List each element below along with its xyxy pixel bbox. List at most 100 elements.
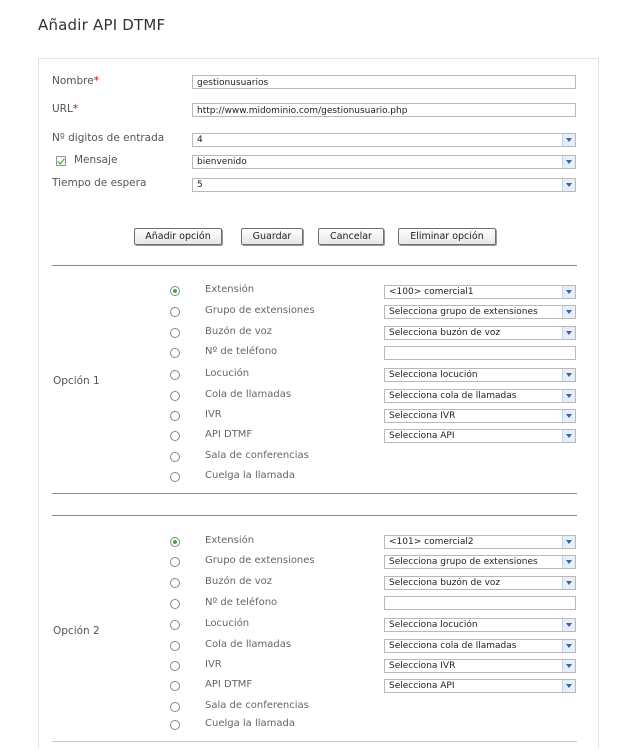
radio-cuelga-llamada[interactable] (170, 472, 180, 482)
chevron-down-icon (562, 306, 575, 318)
select-value: Selecciona API (389, 681, 455, 691)
cola-llamadas-select[interactable]: Selecciona cola de llamadas (384, 389, 576, 403)
add-option-button[interactable]: Añadir opción (134, 228, 222, 245)
chevron-down-icon (562, 640, 575, 652)
chevron-down-icon (562, 410, 575, 422)
radio-extension[interactable] (170, 537, 180, 547)
api-dtmf-select[interactable]: Selecciona API (384, 679, 576, 693)
radio-sala-conferencias[interactable] (170, 702, 180, 712)
option-label: Cola de llamadas (205, 389, 292, 400)
option-label: Buzón de voz (205, 326, 273, 337)
option-label: Nº de teléfono (205, 597, 278, 608)
telefono-input[interactable] (384, 596, 576, 610)
mensaje-select[interactable]: bienvenido (192, 155, 576, 169)
select-value: Selecciona API (389, 431, 455, 441)
radio-api-dtmf[interactable] (170, 431, 180, 441)
select-value: Selecciona locución (389, 620, 478, 630)
ivr-select[interactable]: Selecciona IVR (384, 409, 576, 423)
select-value: Selecciona locución (389, 370, 478, 380)
cancel-button[interactable]: Cancelar (318, 228, 384, 245)
chevron-down-icon (562, 327, 575, 339)
radio-telefono[interactable] (170, 348, 180, 358)
radio-grupo-extensiones[interactable] (170, 307, 180, 317)
chevron-down-icon (562, 286, 575, 298)
radio-sala-conferencias[interactable] (170, 452, 180, 462)
chevron-down-icon (562, 619, 575, 631)
radio-locucion[interactable] (170, 370, 180, 380)
extension-select[interactable]: <101> comercial2 (384, 535, 576, 549)
digitos-select-value: 4 (197, 135, 203, 145)
delete-option-button[interactable]: Eliminar opción (398, 228, 496, 245)
chevron-down-icon (562, 660, 575, 672)
buzon-voz-select[interactable]: Selecciona buzón de voz (384, 326, 576, 340)
divider (52, 741, 577, 742)
option-label: Cola de llamadas (205, 639, 292, 650)
select-value: Selecciona cola de llamadas (389, 641, 517, 651)
option-label: API DTMF (205, 429, 253, 440)
radio-extension[interactable] (170, 286, 180, 296)
nombre-label: Nombre* (52, 75, 99, 87)
option-label: Cuelga la llamada (205, 718, 296, 729)
tiempo-select[interactable]: 5 (192, 178, 576, 192)
chevron-down-icon (562, 179, 575, 191)
option-label: Locución (205, 368, 250, 379)
option-label: Sala de conferencias (205, 450, 309, 461)
option-label: Nº de teléfono (205, 346, 278, 357)
locucion-select[interactable]: Selecciona locución (384, 368, 576, 382)
radio-buzon-voz[interactable] (170, 328, 180, 338)
select-value: Selecciona IVR (389, 411, 456, 421)
save-button[interactable]: Guardar (241, 228, 303, 245)
select-value: Selecciona IVR (389, 661, 456, 671)
select-value: Selecciona grupo de extensiones (389, 307, 538, 317)
extension-select[interactable]: <100> comercial1 (384, 285, 576, 299)
radio-cuelga-llamada[interactable] (170, 720, 180, 730)
api-dtmf-select[interactable]: Selecciona API (384, 429, 576, 443)
chevron-down-icon (562, 430, 575, 442)
radio-cola-llamadas[interactable] (170, 391, 180, 401)
radio-grupo-extensiones[interactable] (170, 557, 180, 567)
grupo-extensiones-select[interactable]: Selecciona grupo de extensiones (384, 555, 576, 569)
mensaje-label: Mensaje (74, 154, 118, 166)
radio-ivr[interactable] (170, 411, 180, 421)
chevron-down-icon (562, 577, 575, 589)
digitos-select[interactable]: 4 (192, 133, 576, 147)
option-label: Extensión (205, 535, 255, 546)
select-value: Selecciona buzón de voz (389, 328, 501, 338)
nombre-input[interactable]: gestionusuarios (192, 75, 576, 89)
grupo-extensiones-select[interactable]: Selecciona grupo de extensiones (384, 305, 576, 319)
ivr-select[interactable]: Selecciona IVR (384, 659, 576, 673)
option-label: Extensión (205, 284, 255, 295)
telefono-input[interactable] (384, 346, 576, 360)
option-label: IVR (205, 659, 222, 670)
chevron-down-icon (562, 680, 575, 692)
divider (52, 493, 577, 494)
option-label: Grupo de extensiones (205, 305, 315, 316)
select-value: Selecciona grupo de extensiones (389, 557, 538, 567)
divider (52, 515, 577, 516)
chevron-down-icon (562, 536, 575, 548)
radio-api-dtmf[interactable] (170, 681, 180, 691)
option-1-label: Opción 1 (53, 375, 100, 387)
url-input[interactable]: http://www.midominio.com/gestionusuario.… (192, 103, 576, 117)
option-label: Cuelga la llamada (205, 470, 296, 481)
radio-cola-llamadas[interactable] (170, 641, 180, 651)
chevron-down-icon (562, 156, 575, 168)
digitos-label: Nº digitos de entrada (52, 132, 165, 144)
chevron-down-icon (562, 134, 575, 146)
option-label: Buzón de voz (205, 576, 273, 587)
select-value: Selecciona buzón de voz (389, 578, 501, 588)
option-label: Sala de conferencias (205, 700, 309, 711)
option-label: Grupo de extensiones (205, 555, 315, 566)
mensaje-checkbox[interactable] (56, 156, 66, 166)
tiempo-label: Tiempo de espera (52, 177, 147, 189)
tiempo-select-value: 5 (197, 180, 203, 190)
buzon-voz-select[interactable]: Selecciona buzón de voz (384, 576, 576, 590)
divider (52, 265, 577, 266)
locucion-select[interactable]: Selecciona locución (384, 618, 576, 632)
radio-locucion[interactable] (170, 620, 180, 630)
radio-telefono[interactable] (170, 599, 180, 609)
cola-llamadas-select[interactable]: Selecciona cola de llamadas (384, 639, 576, 653)
page-title: Añadir API DTMF (38, 16, 166, 34)
radio-ivr[interactable] (170, 661, 180, 671)
radio-buzon-voz[interactable] (170, 578, 180, 588)
